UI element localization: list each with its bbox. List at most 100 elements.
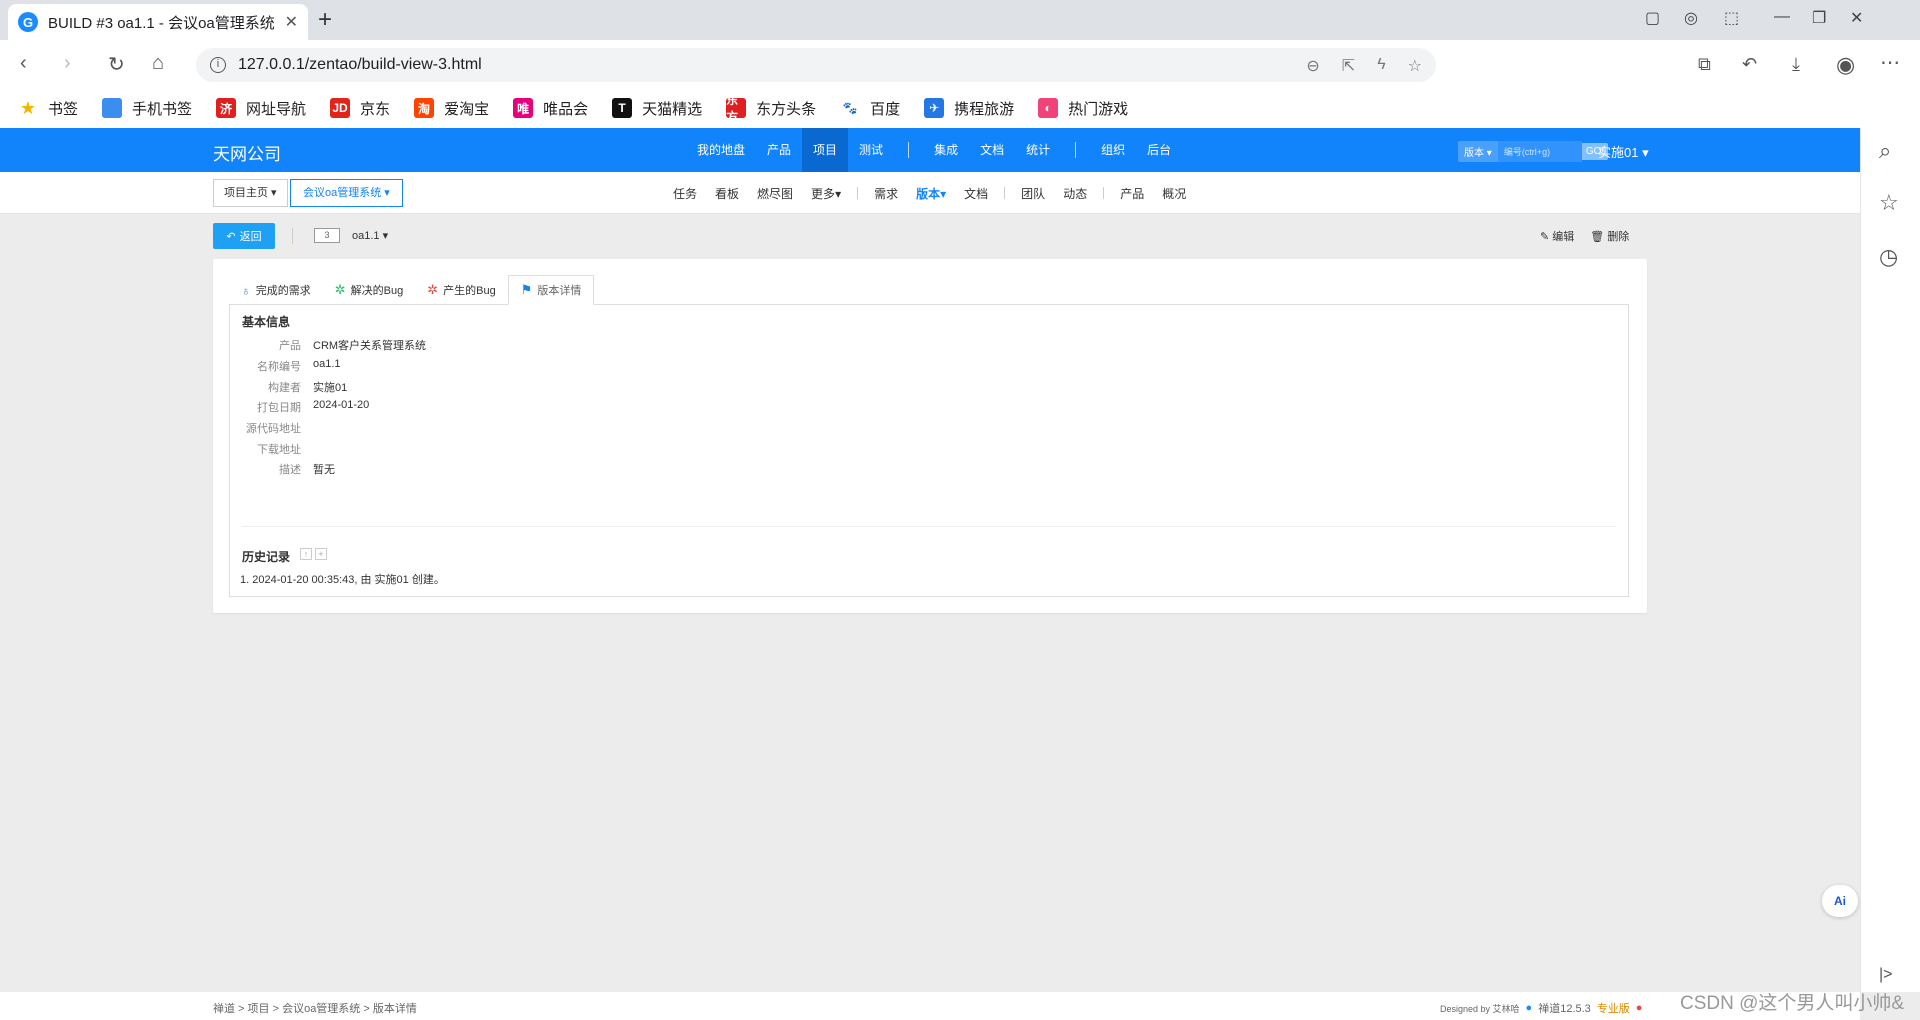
undo-arrow-icon: ↶ xyxy=(226,230,236,243)
company-name[interactable]: 天网公司 xyxy=(213,140,281,165)
history-clock-icon[interactable]: ◷ xyxy=(1879,244,1898,270)
close-window-icon[interactable]: ✕ xyxy=(1850,8,1863,28)
ai-assistant-button[interactable]: Ai xyxy=(1822,885,1858,917)
nav-my[interactable]: 我的地盘 xyxy=(686,128,756,172)
csdn-watermark: CSDN @这个男人叫小帅& xyxy=(1680,993,1905,1014)
info-row: 下载地址 xyxy=(257,444,301,456)
zentao-version[interactable]: 禅道12.5.3 xyxy=(1538,1000,1591,1016)
minimize-icon[interactable]: — xyxy=(1774,8,1790,26)
bookmark-star-icon[interactable]: ☆ xyxy=(1408,56,1422,76)
nav-admin[interactable]: 后台 xyxy=(1136,128,1182,172)
footer-credits: Designed by 艾林哈 ● 禅道12.5.3 专业版 ● xyxy=(1440,1000,1642,1016)
tab-build-details[interactable]: ⚑ 版本详情 xyxy=(507,275,595,305)
back-button[interactable]: ↶ 返回 xyxy=(213,223,275,249)
expand-history-icon[interactable]: + xyxy=(315,548,327,560)
edition-label[interactable]: 专业版 xyxy=(1597,1000,1630,1016)
new-tab-icon[interactable]: + xyxy=(318,6,332,34)
navigation-icon: 济 xyxy=(216,98,237,118)
footer-breadcrumb[interactable]: 禅道 > 项目 > 会议oa管理系统 > 版本详情 xyxy=(213,1000,417,1016)
subnav-team[interactable]: 团队 xyxy=(1021,185,1045,202)
trash-icon: 🗑 xyxy=(1590,231,1605,243)
subnav-dynamic[interactable]: 动态 xyxy=(1063,185,1087,202)
home-icon[interactable]: ⌂ xyxy=(152,52,164,75)
browser-tab[interactable]: G BUILD #3 oa1.1 - 会议oa管理系统 ✕ xyxy=(8,4,308,40)
bookmark-label: 爱淘宝 xyxy=(444,100,490,118)
bookmark-item[interactable]: 济网址导航 xyxy=(216,98,306,119)
build-detail-panel: ♁ 完成的需求 ✲ 解决的Bug ✲ 产生的Bug ⚑ 版本详情 基本信息 产品… xyxy=(213,259,1647,613)
bookmark-item[interactable]: 东方 东方头条 xyxy=(726,93,816,124)
bookmark-label: 书签 xyxy=(48,100,79,118)
bookmark-item[interactable]: 唯唯品会 xyxy=(513,98,588,119)
search-icon[interactable]: ⌕ xyxy=(1879,138,1891,164)
nav-doc[interactable]: 文档 xyxy=(969,128,1015,172)
nav-product[interactable]: 产品 xyxy=(756,128,802,172)
nav-integration[interactable]: 集成 xyxy=(923,128,969,172)
tab-generated-bugs[interactable]: ✲ 产生的Bug xyxy=(415,275,507,305)
favorites-star-icon[interactable]: ☆ xyxy=(1879,190,1899,216)
subnav-divider xyxy=(1004,187,1006,199)
build-actions: ✎ 编辑 🗑 删除 xyxy=(1540,228,1629,244)
incognito-icon[interactable]: ◎ xyxy=(1684,8,1698,28)
share-icon[interactable]: ⇱ xyxy=(1342,56,1355,76)
extension-icon[interactable]: ⬚ xyxy=(1724,8,1739,28)
project-switcher[interactable]: 会议oa管理系统 ▾ xyxy=(290,179,403,207)
build-name-dropdown[interactable]: oa1.1 ▾ xyxy=(352,229,388,242)
lightning-icon[interactable]: ϟ xyxy=(1377,56,1385,76)
url-text: 127.0.0.1/zentao/build-view-3.html xyxy=(238,56,482,73)
subnav-product[interactable]: 产品 xyxy=(1120,185,1144,202)
collapse-panel-icon[interactable]: |> xyxy=(1879,966,1893,984)
back-arrow-icon[interactable]: ‹ xyxy=(20,52,27,75)
bookmark-item[interactable]: JD 京东 xyxy=(330,98,390,119)
more-menu-icon[interactable]: ⋯ xyxy=(1880,50,1900,75)
nav-org[interactable]: 组织 xyxy=(1090,128,1136,172)
subnav-kanban[interactable]: 看板 xyxy=(715,185,739,202)
bookmark-item[interactable]: 淘爱淘宝 xyxy=(414,98,489,119)
bookmark-item[interactable]: 🐾 百度 xyxy=(840,98,901,119)
star-icon: ★ xyxy=(19,97,37,118)
project-home-dropdown[interactable]: 项目主页 ▾ xyxy=(213,179,288,207)
bookmark-item[interactable]: ◐ 热门游戏 xyxy=(1038,98,1128,119)
undo-icon[interactable]: ↶ xyxy=(1742,54,1757,75)
download-icon[interactable]: ⤓ xyxy=(1792,54,1800,75)
subnav-build[interactable]: 版本▾ xyxy=(916,185,946,202)
bookmark-item[interactable]: ★ 书签 xyxy=(18,98,78,119)
nav-project[interactable]: 项目 xyxy=(802,128,849,172)
info-icon[interactable]: i xyxy=(210,57,226,73)
delete-button[interactable]: 🗑 删除 xyxy=(1590,228,1629,244)
close-tab-icon[interactable]: ✕ xyxy=(285,12,298,32)
profile-icon[interactable]: ◉ xyxy=(1836,52,1855,78)
zoom-icon[interactable]: ⊖ xyxy=(1306,56,1319,76)
nav-divider xyxy=(1075,142,1077,158)
subnav-task[interactable]: 任务 xyxy=(673,185,697,202)
edit-icon: ✎ xyxy=(1540,231,1550,243)
ctrip-icon: ✈ xyxy=(924,98,945,118)
bookmark-item[interactable]: 手机书签 xyxy=(102,98,192,119)
subnav-story[interactable]: 需求 xyxy=(874,185,898,202)
nav-test[interactable]: 测试 xyxy=(848,128,894,172)
restore-icon[interactable]: ❐ xyxy=(1812,8,1826,28)
phone-icon xyxy=(102,98,123,118)
user-menu[interactable]: 实施01 ▾ xyxy=(1598,142,1649,161)
bookmark-item[interactable]: ✈ 携程旅游 xyxy=(924,98,1014,119)
subnav-overview[interactable]: 概况 xyxy=(1162,185,1186,202)
info-row: 构建者 实施01 xyxy=(268,382,348,394)
tab-finished-stories[interactable]: ♁ 完成的需求 xyxy=(229,275,323,305)
search-input[interactable]: 编号(ctrl+g) xyxy=(1497,141,1582,162)
subnav-more[interactable]: 更多▾ xyxy=(811,185,841,202)
extensions-icon[interactable]: ⧉ xyxy=(1698,54,1711,75)
sort-history-icon[interactable]: ↑ xyxy=(300,548,312,560)
tab-count-icon[interactable]: ▢ xyxy=(1645,8,1660,28)
forward-arrow-icon[interactable]: › xyxy=(64,52,71,75)
search-type-select[interactable]: 版本 ▾ xyxy=(1458,141,1498,162)
bookmark-item[interactable]: T 天猫精选 xyxy=(612,98,702,119)
reload-icon[interactable]: ↻ xyxy=(108,52,125,77)
edit-button[interactable]: ✎ 编辑 xyxy=(1540,228,1574,244)
designed-by: Designed by 艾林哈 xyxy=(1440,1003,1520,1014)
subnav-burndown[interactable]: 燃尽图 xyxy=(757,185,793,202)
nav-stats[interactable]: 统计 xyxy=(1015,128,1061,172)
url-field[interactable]: i 127.0.0.1/zentao/build-view-3.html ⊖ ⇱… xyxy=(196,48,1436,82)
help-icon[interactable]: ● xyxy=(1636,1002,1643,1014)
subnav-doc[interactable]: 文档 xyxy=(964,185,988,202)
tab-resolved-bugs[interactable]: ✲ 解决的Bug xyxy=(323,275,415,305)
bookmark-label: 天猫精选 xyxy=(642,100,703,118)
